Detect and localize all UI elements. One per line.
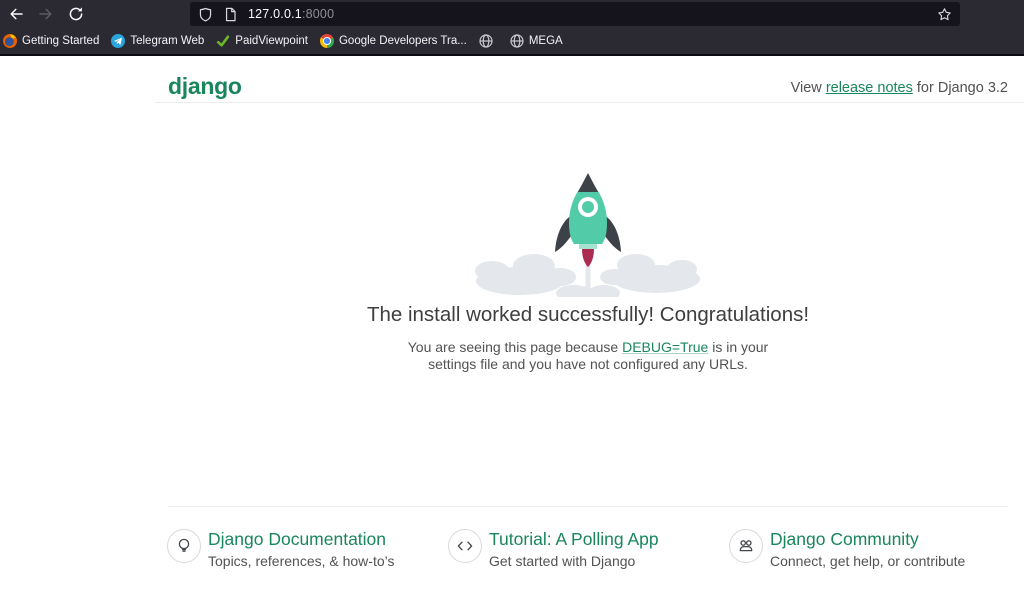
url-bar[interactable]: 127.0.0.1:8000 — [190, 2, 960, 26]
bookmark-label: MEGA — [528, 35, 563, 47]
checkmark-icon — [217, 35, 230, 47]
telegram-icon — [111, 34, 126, 48]
django-welcome-page: django View release notes for Django 3.2 — [0, 56, 1024, 592]
footer-item-documentation[interactable]: Django Documentation Topics, references,… — [167, 529, 448, 570]
bookmark-label: Google Developers Tra... — [338, 35, 467, 47]
rocket-illustration — [468, 169, 708, 301]
page-title: The install worked successfully! Congrat… — [366, 303, 810, 326]
chrome-icon — [319, 34, 334, 48]
bookmark-label: PaidViewpoint — [235, 35, 308, 47]
reload-icon[interactable] — [68, 6, 84, 22]
bookmark-paidviewpoint[interactable]: PaidViewpoint — [216, 34, 308, 48]
release-notes-line: View release notes for Django 3.2 — [791, 80, 1008, 96]
footer-subtitle: Topics, references, & how-to’s — [208, 553, 395, 569]
bookmark-google-developers[interactable]: Google Developers Tra... — [319, 34, 467, 48]
footer-title: Django Documentation — [208, 529, 387, 549]
shield-icon[interactable] — [198, 7, 213, 22]
footer-subtitle: Connect, get help, or contribute — [770, 553, 966, 569]
debug-explanation: You are seeing this page because DEBUG=T… — [168, 339, 1008, 373]
forward-icon[interactable] — [38, 6, 54, 22]
debug-true-link[interactable]: DEBUG=True — [622, 339, 708, 355]
bookmark-telegram-web[interactable]: Telegram Web — [111, 34, 204, 48]
bookmarks-bar: Getting Started Telegram Web PaidViewpoi… — [0, 28, 1024, 56]
django-logo[interactable]: django — [168, 73, 242, 100]
lightbulb-icon — [167, 529, 201, 563]
footer-subtitle: Get started with Django — [489, 553, 636, 569]
page-icon[interactable] — [223, 7, 238, 22]
bookmark-label: Telegram Web — [130, 35, 205, 47]
footer-item-tutorial[interactable]: Tutorial: A Polling App Get started with… — [448, 529, 729, 570]
firefox-window: 127.0.0.1:8000 Getting Started Telegram … — [0, 0, 1024, 592]
footer-item-community[interactable]: Django Community Connect, get help, or c… — [729, 529, 1010, 570]
nav-toolbar: 127.0.0.1:8000 — [0, 0, 1024, 28]
globe-icon — [479, 34, 493, 48]
globe-icon — [510, 34, 524, 48]
bookmark-mega[interactable]: MEGA — [510, 34, 563, 48]
release-suffix: for Django 3.2 — [912, 80, 1008, 96]
bookmark-star-icon[interactable] — [937, 7, 952, 22]
bookmark-getting-started[interactable]: Getting Started — [3, 34, 99, 48]
url-text[interactable]: 127.0.0.1:8000 — [248, 7, 334, 21]
footer-divider — [168, 506, 1008, 507]
footer-title: Django Community — [770, 529, 919, 549]
header-divider — [155, 102, 1024, 103]
url-host: 127.0.0.1 — [248, 7, 302, 21]
footer-title: Tutorial: A Polling App — [489, 529, 659, 549]
back-icon[interactable] — [8, 6, 24, 22]
bookmark-label: Getting Started — [22, 35, 100, 47]
firefox-icon — [3, 34, 17, 48]
release-prefix: View — [790, 80, 826, 96]
bookmark-unnamed[interactable] — [479, 34, 498, 48]
body-before: You are seeing this page because — [407, 339, 623, 355]
footer-links: Django Documentation Topics, references,… — [167, 529, 1010, 570]
people-icon — [729, 529, 763, 563]
release-notes-link[interactable]: release notes — [826, 80, 913, 96]
url-port: :8000 — [301, 7, 335, 21]
code-icon — [448, 529, 482, 563]
